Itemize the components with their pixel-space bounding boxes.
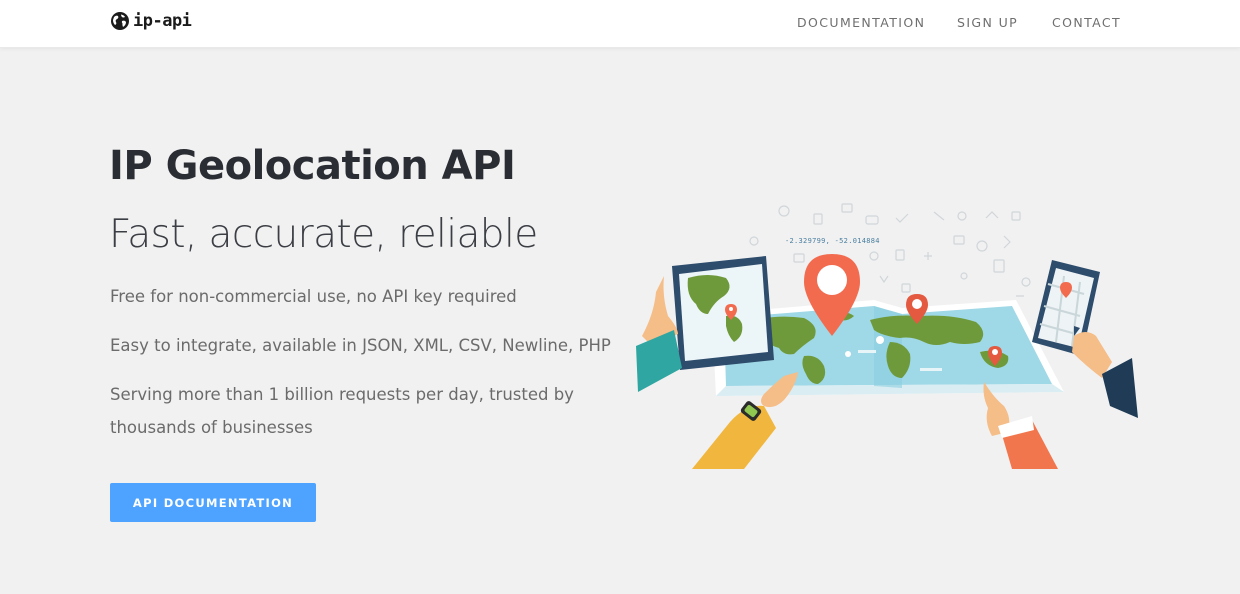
nav-sign-up[interactable]: SIGN UP [957, 15, 1018, 30]
main-nav: DOCUMENTATION SIGN UP CONTACT [0, 15, 1240, 33]
right-tablet [1032, 260, 1138, 418]
hero-subtitle: Fast, accurate, reliable [109, 212, 538, 257]
floating-ui-icons [749, 203, 1031, 298]
hero-title: IP Geolocation API [109, 143, 516, 189]
top-navbar: ip-api DOCUMENTATION SIGN UP CONTACT [0, 0, 1240, 48]
api-documentation-button[interactable]: API DOCUMENTATION [110, 483, 316, 522]
feature-free: Free for non-commercial use, no API key … [110, 287, 517, 306]
feature-scale: Serving more than 1 billion requests per… [110, 385, 574, 437]
nav-documentation[interactable]: DOCUMENTATION [797, 15, 925, 30]
map-illustration: -2.329799, -52.014884 [636, 203, 1138, 469]
coordinates-label: -2.329799, -52.014884 [785, 237, 880, 245]
pointing-hand-right [983, 382, 1058, 469]
feature-formats: Easy to integrate, available in JSON, XM… [110, 336, 611, 355]
nav-contact[interactable]: CONTACT [1052, 15, 1121, 30]
